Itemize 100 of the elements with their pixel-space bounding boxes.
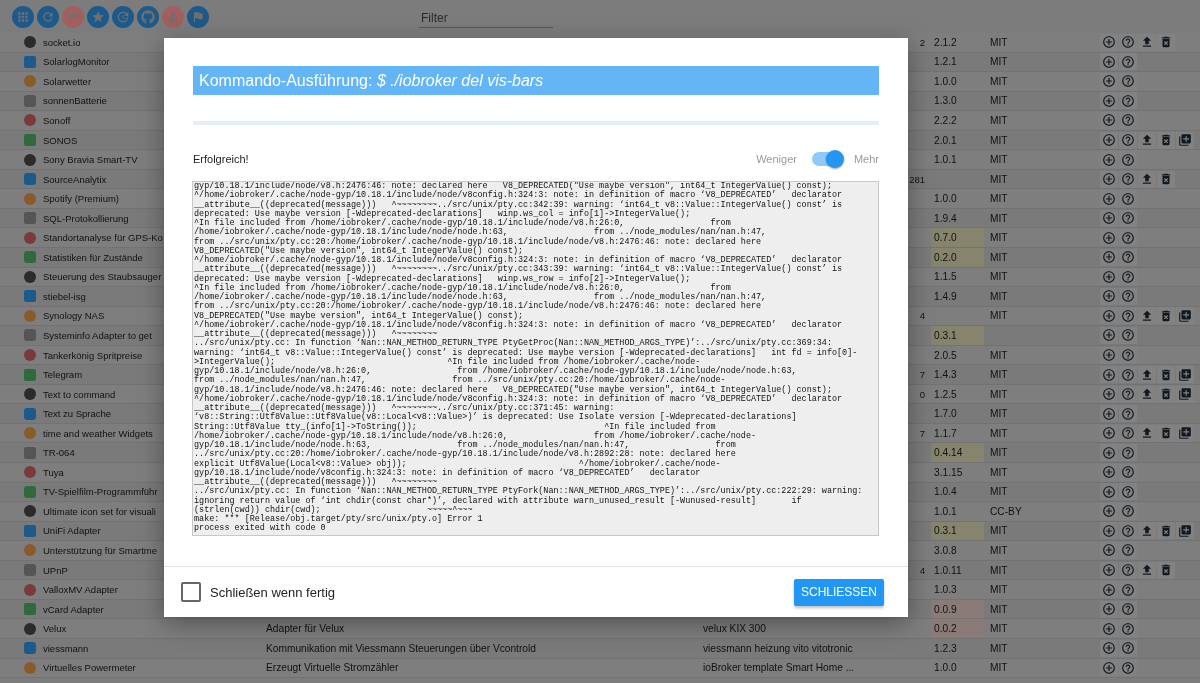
help-button[interactable]: [1119, 444, 1137, 462]
help-button[interactable]: [1119, 53, 1137, 71]
available-version: 1.0.3: [933, 583, 958, 598]
delete-button[interactable]: [1157, 385, 1175, 403]
help-button[interactable]: [1119, 366, 1137, 384]
add-button[interactable]: [1100, 463, 1118, 481]
add-button[interactable]: [1100, 620, 1118, 638]
help-button[interactable]: [1119, 522, 1137, 540]
upload-button[interactable]: [1138, 366, 1156, 384]
help-button[interactable]: [1119, 229, 1137, 247]
help-button[interactable]: [1119, 659, 1137, 677]
add-instance-button[interactable]: [1176, 131, 1194, 149]
add-button[interactable]: [1100, 229, 1118, 247]
close-button[interactable]: SCHLIESSEN: [794, 578, 884, 606]
add-instance-button[interactable]: [1176, 385, 1194, 403]
add-button[interactable]: [1100, 307, 1118, 325]
add-button[interactable]: [1100, 424, 1118, 442]
help-button[interactable]: [1119, 268, 1137, 286]
help-button[interactable]: [1119, 385, 1137, 403]
add-button[interactable]: [1100, 502, 1118, 520]
help-button[interactable]: [1119, 72, 1137, 90]
add-button[interactable]: [1100, 600, 1118, 618]
add-button[interactable]: [1100, 131, 1118, 149]
add-button[interactable]: [1100, 190, 1118, 208]
add-button[interactable]: [1100, 268, 1118, 286]
available-version: 1.4.3: [933, 368, 958, 383]
help-button[interactable]: [1119, 92, 1137, 110]
delete-button[interactable]: [1157, 131, 1175, 149]
add-button[interactable]: [1100, 33, 1118, 51]
add-button[interactable]: [1100, 287, 1118, 305]
help-button[interactable]: [1119, 561, 1137, 579]
upload-button[interactable]: [1138, 33, 1156, 51]
help-button[interactable]: [1119, 326, 1137, 344]
add-button[interactable]: [1100, 385, 1118, 403]
adapter-name: UPnP: [43, 564, 68, 576]
add-instance-button[interactable]: [1176, 522, 1194, 540]
add-button[interactable]: [1100, 639, 1118, 657]
upload-button[interactable]: [1138, 385, 1156, 403]
add-button[interactable]: [1100, 326, 1118, 344]
add-button[interactable]: [1100, 659, 1118, 677]
help-button[interactable]: [1119, 248, 1137, 266]
help-button[interactable]: [1119, 209, 1137, 227]
delete-button[interactable]: [1157, 424, 1175, 442]
filter-field[interactable]: Filter: [419, 9, 553, 28]
add-button[interactable]: [1100, 444, 1118, 462]
license: MIT: [990, 114, 1008, 126]
add-button[interactable]: [1100, 209, 1118, 227]
upload-button[interactable]: [1138, 131, 1156, 149]
add-button[interactable]: [1100, 111, 1118, 129]
add-button[interactable]: [1100, 248, 1118, 266]
add-button[interactable]: [1100, 170, 1118, 188]
add-button[interactable]: [1100, 405, 1118, 423]
help-button[interactable]: [1119, 151, 1137, 169]
help-button[interactable]: [1119, 307, 1137, 325]
help-button[interactable]: [1119, 33, 1137, 51]
delete-button[interactable]: [1157, 33, 1175, 51]
help-button[interactable]: [1119, 405, 1137, 423]
help-button[interactable]: [1119, 170, 1137, 188]
help-button[interactable]: [1119, 581, 1137, 599]
add-button[interactable]: [1100, 522, 1118, 540]
upload-button[interactable]: [1138, 561, 1156, 579]
add-instance-button[interactable]: [1176, 424, 1194, 442]
add-instance-button[interactable]: [1176, 366, 1194, 384]
help-button[interactable]: [1119, 542, 1137, 559]
add-button[interactable]: [1100, 72, 1118, 90]
help-button[interactable]: [1119, 346, 1137, 364]
available-version: 1.0.1: [933, 504, 958, 519]
add-button[interactable]: [1100, 561, 1118, 579]
help-button[interactable]: [1119, 131, 1137, 149]
delete-button[interactable]: [1157, 561, 1175, 579]
add-button[interactable]: [1100, 483, 1118, 501]
help-button[interactable]: [1119, 190, 1137, 208]
license: MIT: [990, 290, 1008, 302]
help-button[interactable]: [1119, 600, 1137, 618]
help-button[interactable]: [1119, 502, 1137, 520]
add-button[interactable]: [1100, 366, 1118, 384]
verbosity-switch[interactable]: [811, 152, 842, 166]
upload-button[interactable]: [1138, 522, 1156, 540]
delete-button[interactable]: [1157, 170, 1175, 188]
add-button[interactable]: [1100, 92, 1118, 110]
add-button[interactable]: [1100, 346, 1118, 364]
help-button[interactable]: [1119, 111, 1137, 129]
add-button[interactable]: [1100, 53, 1118, 71]
close-when-done-checkbox[interactable]: [181, 582, 201, 602]
upload-button[interactable]: [1138, 424, 1156, 442]
delete-button[interactable]: [1157, 366, 1175, 384]
add-button[interactable]: [1100, 581, 1118, 599]
add-instance-button[interactable]: [1176, 307, 1194, 325]
help-button[interactable]: [1119, 424, 1137, 442]
delete-button[interactable]: [1157, 522, 1175, 540]
add-button[interactable]: [1100, 151, 1118, 169]
help-button[interactable]: [1119, 463, 1137, 481]
help-button[interactable]: [1119, 483, 1137, 501]
upload-button[interactable]: [1138, 307, 1156, 325]
delete-button[interactable]: [1157, 307, 1175, 325]
help-button[interactable]: [1119, 287, 1137, 305]
help-button[interactable]: [1119, 620, 1137, 638]
upload-button[interactable]: [1138, 170, 1156, 188]
help-button[interactable]: [1119, 639, 1137, 657]
add-button[interactable]: [1100, 542, 1118, 559]
